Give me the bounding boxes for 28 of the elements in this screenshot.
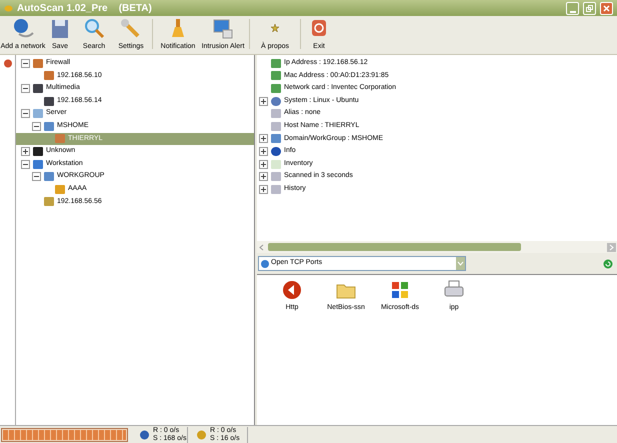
expand-icon[interactable] (259, 96, 268, 106)
collapse-icon[interactable] (21, 58, 30, 68)
search-icon (82, 17, 106, 39)
http-icon (280, 279, 304, 301)
expand-icon[interactable] (259, 146, 268, 156)
app-icon (4, 4, 13, 12)
horizontal-scrollbar[interactable] (257, 241, 617, 253)
collapse-icon[interactable] (21, 84, 30, 93)
window-title: AutoScan 1.02_Pre (BETA) (17, 2, 153, 16)
scroll-right-icon (607, 242, 616, 252)
expand-icon[interactable] (259, 160, 268, 169)
collapse-icon[interactable] (32, 122, 41, 131)
expand-icon[interactable] (259, 134, 268, 144)
monitor-icon (211, 17, 235, 39)
collapse-icon[interactable] (21, 109, 30, 118)
scroll-left-icon (258, 242, 266, 252)
close-button[interactable] (600, 2, 613, 14)
refresh-icon[interactable] (603, 258, 613, 268)
restore-icon (586, 4, 593, 12)
expand-icon[interactable] (259, 184, 268, 194)
star-icon (271, 24, 279, 32)
collapse-icon[interactable] (21, 160, 30, 169)
minimize-icon (570, 10, 576, 14)
scrollbar-thumb[interactable] (268, 243, 521, 251)
collapse-icon[interactable] (32, 172, 41, 182)
expand-icon[interactable] (21, 146, 30, 156)
close-icon (603, 4, 610, 12)
expand-icon[interactable] (259, 172, 268, 182)
